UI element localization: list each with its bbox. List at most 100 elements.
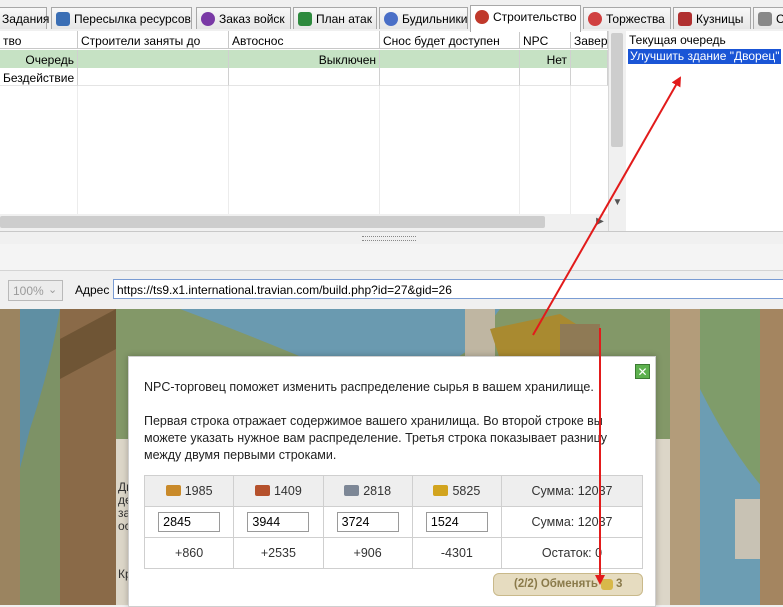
iron-diff: +906 [322, 537, 413, 569]
exchange-cost: 3 [616, 578, 623, 590]
table-cell [571, 68, 608, 86]
url-field[interactable]: https://ts9.x1.international.travian.com… [113, 279, 783, 299]
crop-icon [433, 485, 449, 496]
smithy-icon [678, 12, 692, 26]
crop-input[interactable] [425, 512, 488, 532]
iron-cell: 2818 [322, 475, 413, 507]
remaining-value: Остаток: 0 [501, 537, 643, 569]
table-cell: Очередь [0, 50, 78, 68]
gold-icon [601, 579, 613, 590]
npc-resource-table: 1985 1409 2818 5825 Сумма: 12037 Сумма: … [143, 475, 643, 569]
resource-value: 1409 [273, 484, 302, 498]
address-label: Адрес [75, 283, 110, 297]
attack-plan-icon [298, 12, 312, 26]
tab-label: Задания [2, 12, 50, 26]
wood-input[interactable] [158, 512, 221, 532]
queue-panel-title: Текущая очередь [629, 33, 726, 47]
wood-cell [143, 506, 235, 538]
zoom-value: 100% [13, 284, 44, 298]
crop-cell: 5825 [411, 475, 503, 507]
npc-description-line: между двумя первыми строками. [144, 448, 337, 462]
table-cell [520, 68, 571, 86]
resource-value: 2818 [363, 484, 392, 498]
npc-description-line: Первая строка отражает содержимое вашего… [144, 414, 603, 428]
construction-grid: тво Строители заняты до Автоснос Снос бу… [0, 31, 626, 246]
zoom-select[interactable]: 100% ⌄ [8, 280, 63, 301]
table-cell: Нет [520, 50, 571, 68]
tab-smithy[interactable]: Кузницы [673, 7, 751, 29]
tab-label: Будильники [402, 12, 468, 26]
wood-cell: 1985 [143, 475, 235, 507]
tab-tasks[interactable]: Задания [0, 7, 50, 29]
chevron-down-icon[interactable]: ▼ [610, 197, 625, 211]
table-cell [78, 68, 229, 86]
clay-input[interactable] [247, 512, 310, 532]
tab-label: С [776, 12, 783, 26]
column-header[interactable]: Строители заняты до [78, 31, 229, 49]
iron-input[interactable] [336, 512, 399, 532]
tab-more[interactable]: С [753, 7, 783, 29]
iron-icon [344, 485, 360, 496]
more-tab-icon [758, 12, 772, 26]
tab-troops-order[interactable]: Заказ войск [196, 7, 291, 29]
close-icon[interactable]: ✕ [635, 364, 650, 379]
column-header[interactable]: Снос будет доступен [380, 31, 520, 49]
alarm-icon [384, 12, 398, 26]
crop-diff: -4301 [411, 537, 503, 569]
url-value: https://ts9.x1.international.travian.com… [117, 283, 452, 297]
table-cell [229, 68, 380, 86]
column-header[interactable]: Заверш [571, 31, 608, 49]
tab-alarms[interactable]: Будильники [379, 7, 468, 29]
scrollbar-thumb[interactable] [611, 33, 623, 147]
table-cell [78, 50, 229, 68]
wood-icon [165, 485, 181, 496]
npc-trade-dialog: ✕ NPC-торговец поможет изменить распреде… [128, 356, 656, 607]
wood-diff: +860 [143, 537, 235, 569]
column-header[interactable]: NPC [520, 31, 571, 49]
exchange-label: (2/2) Обменять [514, 578, 598, 590]
column-header[interactable]: Автоснос [229, 31, 380, 49]
troops-order-icon [201, 12, 215, 26]
tab-label: Строительство [493, 10, 577, 24]
address-toolbar: 100% ⌄ Адрес https://ts9.x1.internationa… [0, 270, 783, 309]
toolbar-gap [0, 244, 783, 270]
resources-transfer-icon [56, 12, 70, 26]
desired-sum: Сумма: 12037 [501, 506, 643, 538]
clay-cell: 1409 [233, 475, 324, 507]
clay-cell [233, 506, 324, 538]
table-cell [571, 50, 608, 68]
scroll-right-icon[interactable]: ▶ [594, 216, 606, 228]
difference-row: +860 +2535 +906 -4301 Остаток: 0 [143, 537, 643, 569]
iron-cell [322, 506, 413, 538]
queue-item[interactable]: Улучшить здание "Дворец" [628, 49, 781, 64]
scrollbar-thumb[interactable] [0, 216, 545, 228]
current-sum: Сумма: 12037 [501, 475, 643, 507]
tab-label: Пересылка ресурсов [74, 12, 191, 26]
exchange-button[interactable]: (2/2) Обменять 3 [493, 573, 643, 596]
panel-splitter[interactable] [0, 231, 783, 245]
grid-vertical-scrollbar[interactable]: ▼ [608, 31, 626, 231]
tab-attack-plan[interactable]: План атак [293, 7, 377, 29]
tab-resource-transfer[interactable]: Пересылка ресурсов [51, 7, 192, 29]
npc-intro-text: NPC-торговец поможет изменить распределе… [144, 380, 594, 394]
celebrations-icon [588, 12, 602, 26]
tab-bar: Задания Пересылка ресурсов Заказ войск П… [0, 0, 783, 32]
table-cell: Выключен [229, 50, 380, 68]
chevron-down-icon: ⌄ [48, 284, 58, 296]
clay-diff: +2535 [233, 537, 324, 569]
table-cell [380, 50, 520, 68]
tab-label: Заказ войск [219, 12, 285, 26]
column-header[interactable]: тво [0, 31, 78, 49]
tab-celebrations[interactable]: Торжества [583, 7, 671, 29]
desired-resources-row: Сумма: 12037 [143, 506, 643, 538]
tab-label: Торжества [606, 12, 665, 26]
table-cell: Бездействие [0, 68, 78, 86]
splitter-grip-icon[interactable] [362, 236, 416, 241]
resource-value: 1985 [184, 484, 213, 498]
resource-value: 5825 [452, 484, 481, 498]
clay-icon [254, 485, 270, 496]
construction-icon [475, 10, 489, 24]
tab-construction[interactable]: Строительство [470, 5, 581, 32]
tab-label: План атак [316, 12, 372, 26]
table-cell [380, 68, 520, 86]
